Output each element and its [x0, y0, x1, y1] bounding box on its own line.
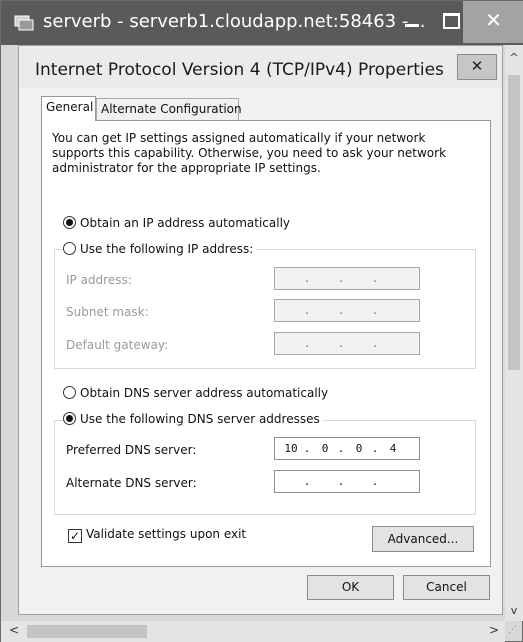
use-following-dns-radio[interactable] [63, 412, 76, 425]
preferred-dns-label: Preferred DNS server: [66, 443, 197, 457]
alternate-dns-field[interactable]: . . . [274, 470, 420, 493]
resize-grip-icon[interactable]: ⋰ [508, 625, 522, 639]
obtain-ip-auto-radio[interactable] [63, 216, 76, 229]
default-gateway-label: Default gateway: [66, 338, 169, 352]
validate-settings-checkbox[interactable]: ✓ [68, 529, 82, 543]
preferred-dns-field[interactable]: 10. 0. 0. 4 [274, 437, 420, 460]
scroll-right-icon[interactable]: > [489, 623, 499, 637]
obtain-ip-auto-label: Obtain an IP address automatically [80, 216, 291, 230]
scroll-up-icon[interactable]: ^ [505, 51, 523, 64]
dialog-close-button[interactable]: ✕ [457, 54, 497, 80]
advanced-button[interactable]: Advanced... [372, 526, 474, 552]
vertical-scroll-thumb[interactable] [508, 75, 520, 370]
tcpip-properties-dialog: Internet Protocol Version 4 (TCP/IPv4) P… [18, 45, 503, 615]
subnet-mask-field[interactable]: . . . [274, 299, 420, 322]
dialog-title: Internet Protocol Version 4 (TCP/IPv4) P… [35, 60, 444, 80]
dialog-title-bar[interactable]: Internet Protocol Version 4 (TCP/IPv4) P… [19, 46, 502, 88]
alternate-dns-label: Alternate DNS server: [66, 476, 197, 490]
dns-server-group [54, 420, 476, 515]
use-following-ip-label: Use the following IP address: [80, 242, 254, 256]
cancel-button[interactable]: Cancel [403, 575, 490, 600]
general-tab-panel: You can get IP settings assigned automat… [41, 120, 491, 567]
ip-address-label: IP address: [66, 273, 132, 287]
tab-alternate-configuration[interactable]: Alternate Configuration [96, 98, 242, 120]
minimize-button[interactable] [394, 5, 430, 35]
use-following-dns-option[interactable]: Use the following DNS server addresses [63, 412, 323, 426]
remote-desktop-icon [14, 15, 34, 31]
validate-settings-option[interactable]: ✓ Validate settings upon exit [68, 527, 246, 543]
scroll-left-icon[interactable]: < [9, 623, 19, 637]
use-following-dns-label: Use the following DNS server addresses [80, 412, 320, 426]
window-title-bar[interactable]: serverb - serverb1.cloudapp.net:58463 -.… [1, 1, 523, 45]
default-gateway-field[interactable]: . . . [274, 332, 420, 355]
obtain-dns-auto-option[interactable]: Obtain DNS server address automatically [63, 386, 328, 400]
subnet-mask-label: Subnet mask: [66, 305, 149, 319]
window-close-button[interactable]: ✕ [463, 1, 523, 43]
ok-button[interactable]: OK [307, 575, 394, 600]
description-text: You can get IP settings assigned automat… [52, 131, 447, 175]
remote-desktop-window: serverb - serverb1.cloudapp.net:58463 -.… [0, 0, 523, 642]
vertical-scrollbar[interactable]: ^ v [505, 45, 523, 621]
validate-settings-label: Validate settings upon exit [86, 527, 247, 541]
horizontal-scroll-thumb[interactable] [27, 625, 147, 638]
use-following-ip-option[interactable]: Use the following IP address: [63, 242, 257, 256]
obtain-dns-auto-label: Obtain DNS server address automatically [80, 386, 329, 400]
ip-address-field[interactable]: . . . [274, 267, 420, 290]
scroll-down-icon[interactable]: v [505, 604, 523, 617]
window-title: serverb - serverb1.cloudapp.net:58463 -.… [43, 11, 426, 32]
horizontal-scrollbar[interactable]: < > [1, 621, 505, 642]
use-following-ip-radio[interactable] [63, 242, 76, 255]
obtain-ip-auto-option[interactable]: Obtain an IP address automatically [63, 216, 290, 230]
obtain-dns-auto-radio[interactable] [63, 386, 76, 399]
tab-general[interactable]: General [41, 96, 96, 121]
